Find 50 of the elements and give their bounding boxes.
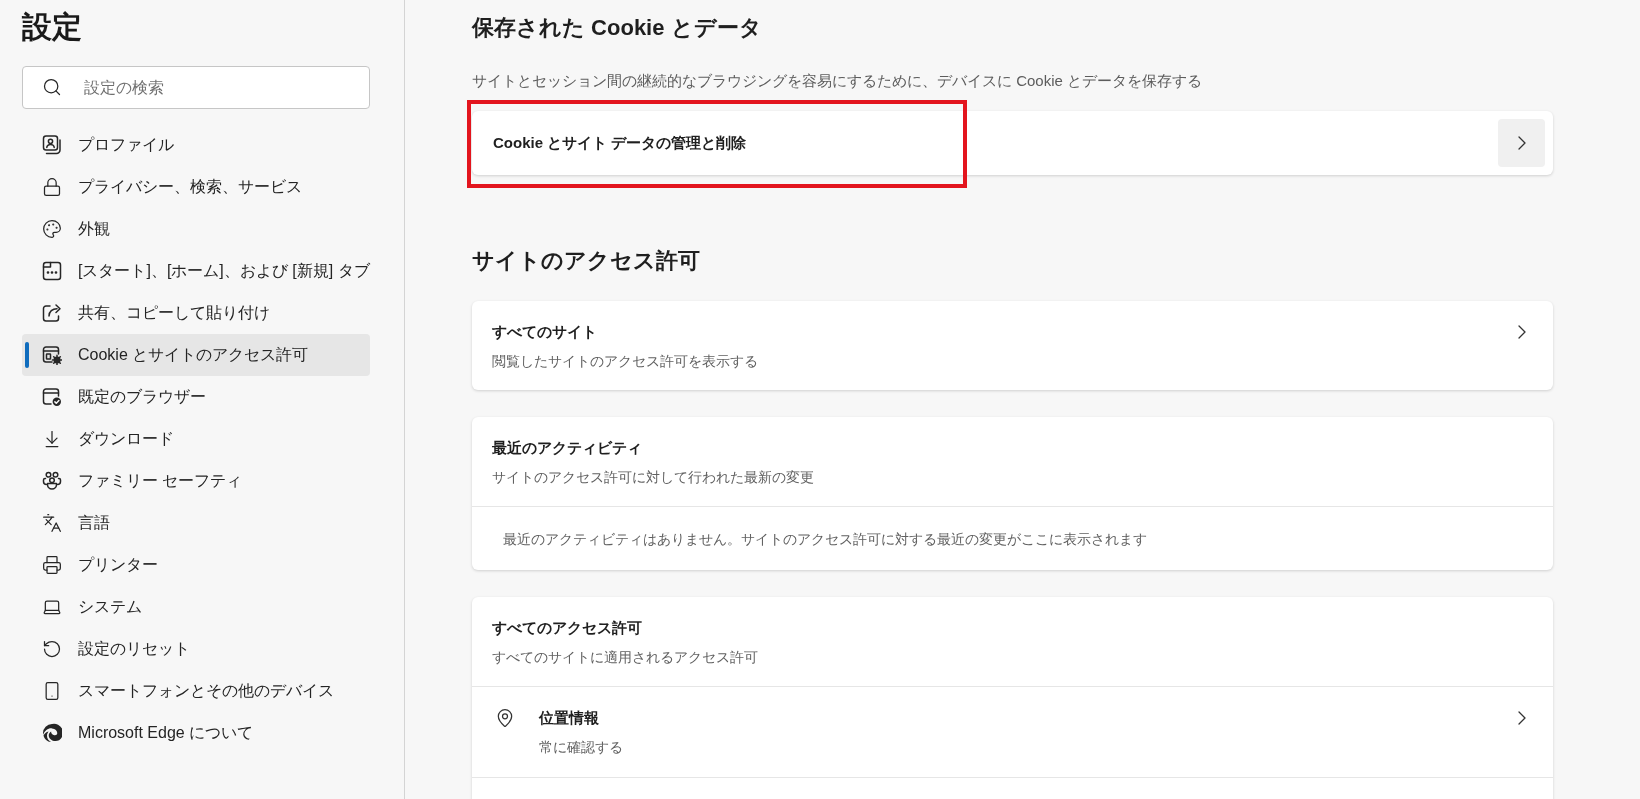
language-icon bbox=[42, 513, 62, 533]
sidebar-item[interactable]: 外観 bbox=[22, 208, 370, 250]
sidebar-item[interactable]: ファミリー セーフティ bbox=[22, 460, 370, 502]
card-title: 最近のアクティビティ bbox=[492, 438, 642, 458]
section-heading: 保存された Cookie とデータ bbox=[472, 14, 762, 42]
settings-title: 設定 bbox=[22, 9, 82, 45]
printer-icon bbox=[42, 555, 62, 575]
reset-icon bbox=[42, 639, 62, 659]
sidebar-item[interactable]: システム bbox=[22, 586, 370, 628]
card-title: すべてのサイト bbox=[492, 322, 597, 342]
permission-title: 位置情報 bbox=[539, 708, 599, 728]
window-gear-icon bbox=[42, 345, 62, 365]
swirl-icon bbox=[42, 723, 62, 743]
chevron-right-icon bbox=[1518, 325, 1526, 339]
settings-card[interactable]: Cookie とサイト データの管理と削除 bbox=[472, 111, 1553, 175]
sidebar-item[interactable]: 言語 bbox=[22, 502, 370, 544]
card-subtitle: 閲覧したサイトのアクセス許可を表示する bbox=[492, 352, 758, 371]
sidebar-item[interactable]: プライバシー、検索、サービス bbox=[22, 166, 370, 208]
palette-icon bbox=[42, 219, 62, 239]
sidebar-item[interactable]: Cookie とサイトのアクセス許可 bbox=[22, 334, 370, 376]
settings-card[interactable]: すべてのサイト 閲覧したサイトのアクセス許可を表示する bbox=[472, 301, 1553, 390]
section-heading: サイトのアクセス許可 bbox=[472, 247, 700, 275]
card-subtitle: すべてのサイトに適用されるアクセス許可 bbox=[492, 648, 758, 667]
chevron-right-icon bbox=[1517, 136, 1526, 150]
search-field[interactable]: 設定の検索 bbox=[22, 66, 370, 109]
selection-indicator bbox=[25, 342, 29, 368]
sidebar-item[interactable]: 共有、コピーして貼り付け bbox=[22, 292, 370, 334]
permission-status: 常に確認する bbox=[539, 738, 623, 757]
sidebar-item[interactable]: 既定のブラウザー bbox=[22, 376, 370, 418]
chevron-right-icon[interactable] bbox=[1518, 711, 1526, 725]
sidebar-item[interactable]: ダウンロード bbox=[22, 418, 370, 460]
sidebar-item[interactable]: Microsoft Edge について bbox=[22, 712, 370, 754]
section-description: サイトとセッション間の継続的なブラウジングを容易にするために、デバイスに Cookie とデータを保存する bbox=[472, 71, 1203, 91]
sidebar-item[interactable]: プロファイル bbox=[22, 124, 370, 166]
card-title: Cookie とサイト データの管理と削除 bbox=[493, 133, 747, 153]
lock-icon bbox=[42, 177, 62, 197]
location-pin-icon bbox=[495, 708, 515, 728]
window-check-icon bbox=[42, 387, 62, 407]
card-subtitle: サイトのアクセス許可に対して行われた最新の変更 bbox=[492, 468, 814, 487]
share-icon bbox=[42, 303, 62, 323]
sidebar-item[interactable]: 設定のリセット bbox=[22, 628, 370, 670]
empty-activity-message: 最近のアクティビティはありません。サイトのアクセス許可に対する最近の変更がここに表示されます bbox=[503, 529, 1147, 549]
card-title: すべてのアクセス許可 bbox=[492, 618, 642, 638]
search-icon bbox=[42, 77, 62, 97]
sidebar-item[interactable]: [スタート]、[ホーム]、および [新規] タブ bbox=[22, 250, 370, 292]
window-icon bbox=[42, 261, 62, 281]
sidebar-item[interactable]: プリンター bbox=[22, 544, 370, 586]
profile-icon bbox=[42, 135, 62, 155]
people-icon bbox=[42, 471, 62, 491]
sidebar-item[interactable]: スマートフォンとその他のデバイス bbox=[22, 670, 370, 712]
